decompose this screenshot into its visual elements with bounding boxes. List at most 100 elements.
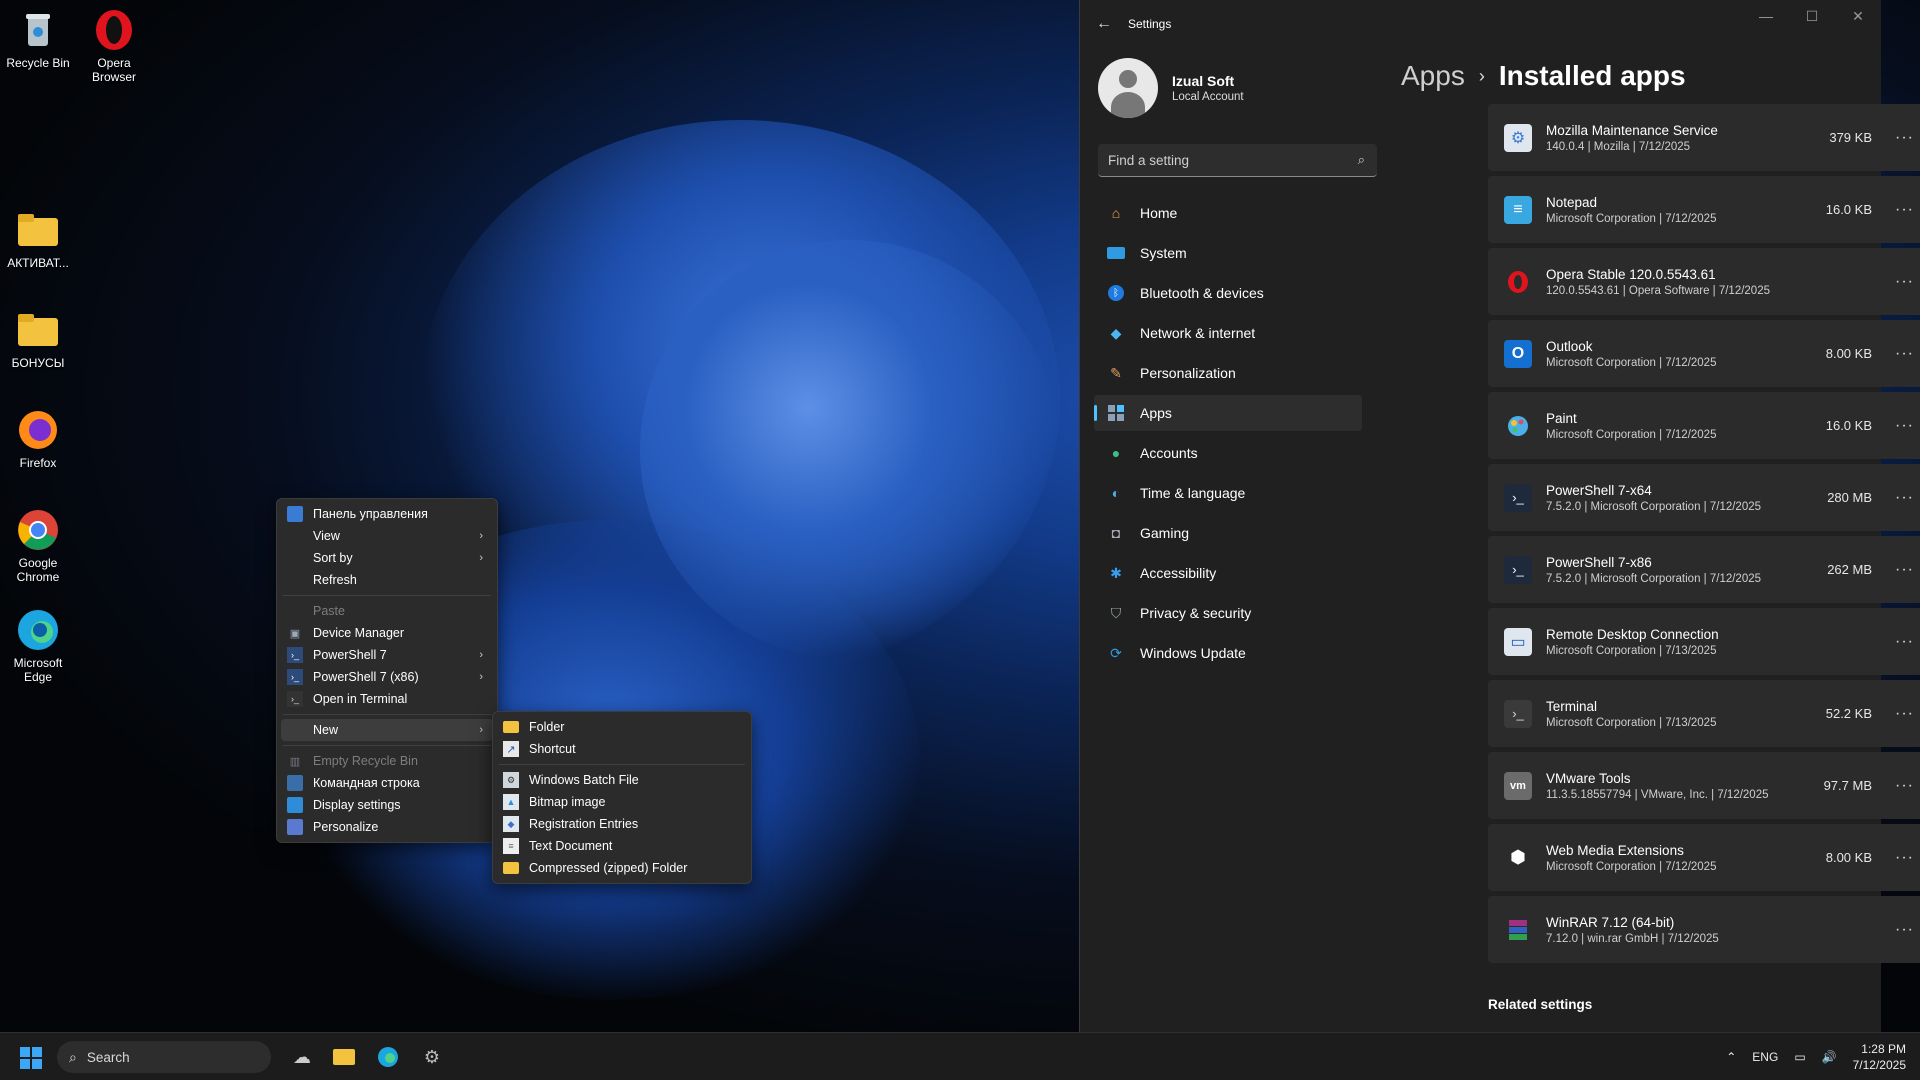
close-icon[interactable]: ✕	[1835, 0, 1881, 32]
desktop-icon-folder-activat[interactable]: АКТИВАТ...	[0, 208, 76, 270]
nav-item-system[interactable]: System	[1094, 235, 1362, 271]
submenu-item-folder[interactable]: Folder	[497, 716, 747, 738]
more-options-icon[interactable]: ···	[1895, 921, 1914, 939]
app-row-terminal[interactable]: ›_ Terminal Microsoft Corporation | 7/13/…	[1488, 680, 1920, 747]
registry-icon: ◆	[503, 816, 519, 832]
app-row-opera[interactable]: Opera Stable 120.0.5543.61 120.0.5543.61 …	[1488, 248, 1920, 315]
find-setting-input[interactable]: Find a setting ⌕	[1098, 144, 1377, 177]
nav-item-home[interactable]: ⌂ Home	[1094, 195, 1362, 231]
nav-item-apps[interactable]: Apps	[1094, 395, 1362, 431]
nav-item-bluetooth[interactable]: ᛒ Bluetooth & devices	[1094, 275, 1362, 311]
desktop-icon-folder-bonusy[interactable]: БОНУСЫ	[0, 308, 76, 370]
powershell-icon: ›_	[1504, 555, 1532, 584]
app-row-powershell-x86[interactable]: ›_ PowerShell 7-x86 7.5.2.0 | Microsoft C…	[1488, 536, 1920, 603]
more-options-icon[interactable]: ···	[1895, 417, 1914, 435]
nav-item-accessibility[interactable]: ✱ Accessibility	[1094, 555, 1362, 591]
menu-item-powershell-7[interactable]: ›_ PowerShell 7 ›	[281, 644, 493, 666]
desktop-icon-opera[interactable]: Opera Browser	[76, 8, 152, 84]
text-document-icon: ≡	[503, 838, 519, 854]
more-options-icon[interactable]: ···	[1895, 273, 1914, 291]
submenu-item-shortcut[interactable]: ↗ Shortcut	[497, 738, 747, 760]
display-icon	[287, 797, 303, 813]
home-icon: ⌂	[1111, 205, 1121, 221]
submenu-item-zipped-folder[interactable]: Compressed (zipped) Folder	[497, 857, 747, 879]
desktop-icon-recycle-bin[interactable]: Recycle Bin	[0, 8, 76, 70]
nav-item-time-language[interactable]: ◐ Time & language	[1094, 475, 1362, 511]
menu-item-display-settings[interactable]: Display settings	[281, 794, 493, 816]
widgets-icon[interactable]: ☁	[288, 1043, 316, 1071]
more-options-icon[interactable]: ···	[1895, 777, 1914, 795]
bluetooth-icon: ᛒ	[1106, 283, 1126, 303]
menu-item-refresh[interactable]: Refresh	[281, 569, 493, 591]
desktop-icon-firefox[interactable]: Firefox	[0, 408, 76, 470]
submenu-item-text-document[interactable]: ≡ Text Document	[497, 835, 747, 857]
user-name: Izual Soft	[1172, 73, 1235, 89]
back-arrow-icon[interactable]: ←	[1080, 15, 1128, 33]
app-row-remote-desktop[interactable]: ▭ Remote Desktop Connection Microsoft Cor…	[1488, 608, 1920, 675]
menu-item-control-panel[interactable]: Панель управления	[281, 503, 493, 525]
menu-item-sort-by[interactable]: Sort by ›	[281, 547, 493, 569]
account-type: Local Account	[1172, 91, 1244, 103]
menu-item-empty-recycle-bin[interactable]: ▥ Empty Recycle Bin	[281, 750, 493, 772]
menu-separator	[283, 714, 491, 715]
chevron-right-icon: ›	[479, 530, 483, 542]
app-row-web-media-extensions[interactable]: ⬢ Web Media Extensions Microsoft Corporat…	[1488, 824, 1920, 891]
menu-item-view[interactable]: View ›	[281, 525, 493, 547]
settings-gear-icon[interactable]: ⚙	[418, 1043, 446, 1071]
menu-item-paste[interactable]: Paste	[281, 600, 493, 622]
more-options-icon[interactable]: ···	[1895, 849, 1914, 867]
more-options-icon[interactable]: ···	[1895, 489, 1914, 507]
edge-icon[interactable]	[374, 1043, 402, 1071]
submenu-item-batch-file[interactable]: ⚙ Windows Batch File	[497, 769, 747, 791]
more-options-icon[interactable]: ···	[1895, 345, 1914, 363]
breadcrumb: Apps › Installed apps	[1316, 48, 1870, 104]
volume-icon[interactable]: 🔊	[1822, 1050, 1837, 1064]
chevron-up-icon[interactable]: ⌃	[1726, 1050, 1736, 1064]
network-icon[interactable]: ▭	[1794, 1050, 1805, 1064]
taskbar-search[interactable]: ⌕ Search	[57, 1041, 271, 1073]
menu-item-open-in-terminal[interactable]: ›_ Open in Terminal	[281, 688, 493, 710]
more-options-icon[interactable]: ···	[1895, 201, 1914, 219]
submenu-item-bitmap-image[interactable]: ▲ Bitmap image	[497, 791, 747, 813]
app-row-vmware-tools[interactable]: vm VMware Tools 11.3.5.18557794 | VMware,…	[1488, 752, 1920, 819]
mozilla-maintenance-icon: ⚙	[1504, 123, 1532, 152]
desktop-icon-edge[interactable]: Microsoft Edge	[0, 608, 76, 684]
start-button[interactable]	[20, 1047, 42, 1069]
update-icon: ⟳	[1110, 644, 1122, 661]
submenu-item-registration-entries[interactable]: ◆ Registration Entries	[497, 813, 747, 835]
more-options-icon[interactable]: ···	[1895, 129, 1914, 147]
more-options-icon[interactable]: ···	[1895, 561, 1914, 579]
menu-item-powershell-7-x86[interactable]: ›_ PowerShell 7 (x86) ›	[281, 666, 493, 688]
more-options-icon[interactable]: ···	[1895, 633, 1914, 651]
language-indicator[interactable]: ENG	[1752, 1050, 1778, 1064]
nav-item-privacy[interactable]: ⛉ Privacy & security	[1094, 595, 1362, 631]
recycle-bin-icon: ▥	[289, 755, 301, 768]
menu-item-device-manager[interactable]: ▣ Device Manager	[281, 622, 493, 644]
desktop-icon-chrome[interactable]: Google Chrome	[0, 508, 76, 584]
app-row-winrar[interactable]: WinRAR 7.12 (64-bit) 7.12.0 | win.rar Gmb…	[1488, 896, 1920, 963]
nav-item-network[interactable]: ◆ Network & internet	[1094, 315, 1362, 351]
gamepad-icon: ◘	[1111, 525, 1121, 541]
app-row-mozilla-maintenance[interactable]: ⚙ Mozilla Maintenance Service 140.0.4 | M…	[1488, 104, 1920, 171]
powershell-icon: ›_	[287, 669, 303, 685]
file-explorer-icon[interactable]	[330, 1043, 358, 1071]
nav-item-windows-update[interactable]: ⟳ Windows Update	[1094, 635, 1362, 671]
nav-item-gaming[interactable]: ◘ Gaming	[1094, 515, 1362, 551]
chrome-icon	[16, 508, 60, 552]
minimize-icon[interactable]: —	[1743, 0, 1789, 32]
maximize-icon[interactable]: ☐	[1789, 0, 1835, 32]
more-options-icon[interactable]: ···	[1895, 705, 1914, 723]
accounts-icon: ●	[1111, 445, 1121, 461]
app-row-paint[interactable]: Paint Microsoft Corporation | 7/12/2025 1…	[1488, 392, 1920, 459]
nav-item-accounts[interactable]: ● Accounts	[1094, 435, 1362, 471]
menu-item-new[interactable]: New ›	[281, 719, 493, 741]
menu-item-personalize[interactable]: Personalize	[281, 816, 493, 838]
clock[interactable]: 1:28 PM 7/12/2025	[1853, 1041, 1906, 1073]
app-row-notepad[interactable]: ≡ Notepad Microsoft Corporation | 7/12/20…	[1488, 176, 1920, 243]
page-title: Installed apps	[1498, 60, 1686, 91]
nav-item-personalization[interactable]: ✎ Personalization	[1094, 355, 1362, 391]
breadcrumb-apps[interactable]: Apps	[1401, 60, 1465, 92]
app-row-powershell-x64[interactable]: ›_ PowerShell 7-x64 7.5.2.0 | Microsoft C…	[1488, 464, 1920, 531]
app-row-outlook[interactable]: O Outlook Microsoft Corporation | 7/12/20…	[1488, 320, 1920, 387]
menu-item-command-prompt[interactable]: Командная строка	[281, 772, 493, 794]
